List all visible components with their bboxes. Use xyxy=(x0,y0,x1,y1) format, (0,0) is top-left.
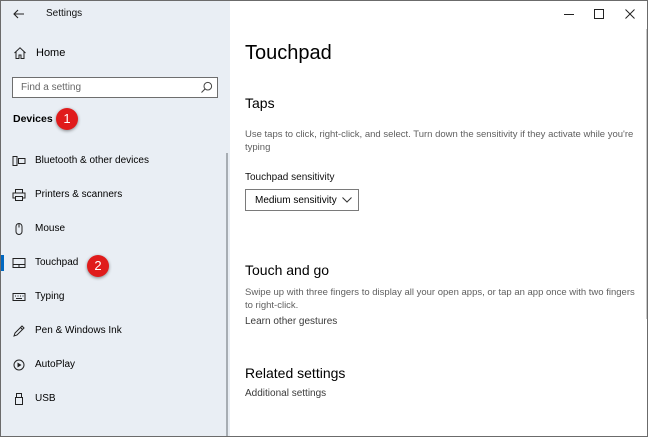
mouse-icon xyxy=(15,223,23,235)
sidebar-item-printers[interactable]: Printers & scanners xyxy=(1,181,230,209)
taps-description: Use taps to click, right-click, and sele… xyxy=(245,129,634,153)
app-title: Settings xyxy=(46,8,83,19)
home-nav-item[interactable]: Home xyxy=(1,41,230,67)
touch-and-go-description: Swipe up with three fingers to display a… xyxy=(245,287,635,311)
maximize-icon xyxy=(594,9,604,19)
back-button[interactable] xyxy=(9,5,29,23)
touchpad-sensitivity-label: Touchpad sensitivity xyxy=(245,172,335,183)
section-heading-devices: Devices xyxy=(13,113,53,125)
sidebar-item-typing[interactable]: Typing xyxy=(1,283,230,311)
autoplay-icon xyxy=(13,359,25,371)
annotation-marker-2: 2 xyxy=(87,255,109,277)
sidebar-item-label: Bluetooth & other devices xyxy=(35,155,149,166)
taps-heading: Taps xyxy=(245,95,275,111)
sidebar-item-mouse[interactable]: Mouse xyxy=(1,215,230,243)
sidebar-item-autoplay[interactable]: AutoPlay xyxy=(1,351,230,379)
sidebar-item-label: Typing xyxy=(35,291,65,302)
search-input[interactable]: Find a setting xyxy=(12,77,218,98)
sidebar: Settings Home Find a setting Devices 1 B… xyxy=(1,1,230,436)
sidebar-item-label: Pen & Windows Ink xyxy=(35,325,122,336)
sidebar-item-bluetooth[interactable]: Bluetooth & other devices xyxy=(1,147,230,175)
selection-indicator xyxy=(1,255,4,271)
sidebar-scrollbar[interactable] xyxy=(226,153,228,436)
sidebar-item-touchpad[interactable]: Touchpad xyxy=(1,249,230,277)
main-content: Touchpad Taps Use taps to click, right-c… xyxy=(230,1,647,436)
back-arrow-icon xyxy=(13,9,24,19)
page-title: Touchpad xyxy=(245,42,332,64)
maximize-button[interactable] xyxy=(583,4,615,24)
minimize-button[interactable] xyxy=(553,4,585,24)
home-icon xyxy=(14,47,26,59)
dropdown-value: Medium sensitivity xyxy=(255,195,337,206)
sidebar-item-pen-windows-ink[interactable]: Pen & Windows Ink xyxy=(1,317,230,345)
bluetooth-devices-icon xyxy=(12,156,26,166)
usb-icon xyxy=(15,393,23,405)
additional-settings-link[interactable]: Additional settings xyxy=(245,388,326,399)
search-placeholder: Find a setting xyxy=(21,82,82,93)
touchpad-sensitivity-dropdown[interactable]: Medium sensitivity xyxy=(245,189,359,211)
sidebar-item-usb[interactable]: USB xyxy=(1,385,230,413)
sidebar-item-label: Mouse xyxy=(35,223,66,234)
minimize-icon xyxy=(564,14,574,15)
keyboard-icon xyxy=(12,293,26,301)
settings-window: Settings Home Find a setting Devices 1 B… xyxy=(0,0,648,437)
chevron-down-icon xyxy=(342,197,352,203)
search-icon xyxy=(201,81,213,93)
related-settings-heading: Related settings xyxy=(245,365,346,381)
close-icon xyxy=(625,9,635,19)
annotation-marker-1: 1 xyxy=(56,108,78,130)
home-label: Home xyxy=(36,47,66,59)
sidebar-item-label: Printers & scanners xyxy=(35,189,123,200)
touch-and-go-heading: Touch and go xyxy=(245,262,330,278)
pen-icon xyxy=(13,325,25,337)
sidebar-item-label: AutoPlay xyxy=(35,359,76,370)
touchpad-icon xyxy=(12,258,26,268)
sidebar-item-label: USB xyxy=(35,393,56,404)
learn-other-gestures-link[interactable]: Learn other gestures xyxy=(245,316,337,327)
close-button[interactable] xyxy=(614,4,646,24)
title-bar: Settings xyxy=(1,1,230,27)
sidebar-item-label: Touchpad xyxy=(35,257,79,268)
printer-icon xyxy=(12,189,26,201)
